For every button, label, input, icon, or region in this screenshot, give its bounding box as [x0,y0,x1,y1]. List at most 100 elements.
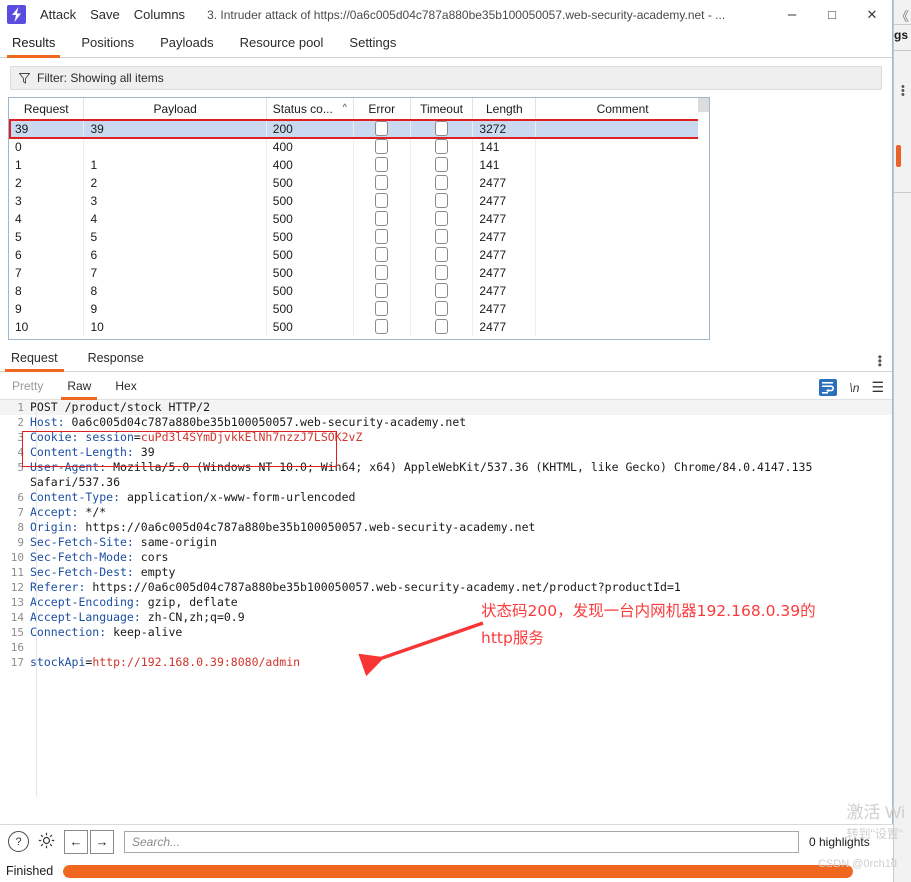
view-tab-pretty[interactable]: Pretty [12,379,43,399]
cell-error-checkbox[interactable] [375,157,389,172]
message-panel-kebab-icon[interactable]: • • • [878,351,882,371]
cell-timeout-checkbox[interactable] [435,301,449,316]
results-table-scrollbar[interactable] [698,98,709,339]
menu-columns[interactable]: Columns [134,7,185,22]
cell-timeout[interactable] [410,318,474,336]
cell-timeout[interactable] [410,174,474,192]
bg-kebab-icon[interactable]: • • • [901,82,905,101]
results-table-scrollbar-thumb[interactable] [698,98,709,112]
cell-error[interactable] [353,119,411,138]
cell-timeout-checkbox[interactable] [435,121,449,136]
cell-timeout-checkbox[interactable] [435,247,449,262]
table-row[interactable]: 3 3 500 2477 [9,192,709,210]
column-header-request[interactable]: Request [9,98,85,120]
cell-error[interactable] [353,246,411,264]
tab-response[interactable]: Response [88,351,144,371]
cell-error-checkbox[interactable] [375,229,389,244]
chevron-left-icon[interactable]: 《 [896,6,909,25]
table-row[interactable]: 2 2 500 2477 [9,174,709,192]
cell-timeout-checkbox[interactable] [435,265,449,280]
cell-error-checkbox[interactable] [375,121,389,136]
background-window[interactable]: 《 gs • • • [893,0,911,882]
filter-bar[interactable]: Filter: Showing all items [10,66,882,90]
cell-error[interactable] [353,156,411,174]
column-header-error[interactable]: Error [353,98,411,120]
cell-timeout[interactable] [410,210,474,228]
column-header-status-code[interactable]: Status co... ^ [266,98,354,120]
minimize-button[interactable]: – [772,0,812,29]
gear-icon[interactable] [37,831,56,853]
cell-timeout-checkbox[interactable] [435,175,449,190]
table-row[interactable]: 39 39 200 3272 [9,119,709,138]
view-tab-hex[interactable]: Hex [115,379,136,399]
cell-timeout[interactable] [410,282,474,300]
table-row[interactable]: 1 1 400 141 [9,156,709,174]
cell-error[interactable] [353,300,411,318]
table-row[interactable]: 7 7 500 2477 [9,264,709,282]
tab-resource-pool[interactable]: Resource pool [240,35,324,57]
help-icon[interactable]: ? [8,831,29,852]
column-header-length[interactable]: Length [472,98,537,120]
column-header-comment[interactable]: Comment [535,98,709,120]
menu-save[interactable]: Save [90,7,120,22]
cell-timeout[interactable] [410,246,474,264]
column-header-timeout[interactable]: Timeout [410,98,474,120]
cell-timeout[interactable] [410,138,474,156]
cell-timeout[interactable] [410,192,474,210]
newline-toggle-icon[interactable]: \n [849,381,859,395]
cell-timeout[interactable] [410,228,474,246]
cell-error-checkbox[interactable] [375,193,389,208]
cell-error-checkbox[interactable] [375,211,389,226]
close-button[interactable]: ✕ [852,0,892,29]
table-row[interactable]: 0 400 141 [9,138,709,156]
cell-timeout-checkbox[interactable] [435,211,449,226]
cell-timeout-checkbox[interactable] [435,319,449,334]
table-row[interactable]: 4 4 500 2477 [9,210,709,228]
hamburger-icon[interactable]: ☰ [871,379,884,396]
table-row[interactable]: 9 9 500 2477 [9,300,709,318]
search-next-button[interactable]: → [90,829,114,854]
cell-error[interactable] [353,210,411,228]
search-input[interactable]: Search... [124,830,799,853]
cell-timeout-checkbox[interactable] [435,157,449,172]
line-text: Origin: https://0a6c005d04c787a880be35b1… [30,520,536,534]
table-row[interactable]: 10 10 500 2477 [9,318,709,336]
cell-error-checkbox[interactable] [375,247,389,262]
cell-error-checkbox[interactable] [375,139,389,154]
menu-attack[interactable]: Attack [40,7,76,22]
cell-timeout[interactable] [410,300,474,318]
view-tab-raw[interactable]: Raw [61,379,98,400]
cell-error-checkbox[interactable] [375,175,389,190]
background-window-tab-fragment[interactable]: gs [894,28,908,42]
search-previous-button[interactable]: ← [64,829,88,854]
column-header-payload[interactable]: Payload [83,98,267,120]
cell-error[interactable] [353,174,411,192]
cell-timeout[interactable] [410,156,474,174]
cell-error[interactable] [353,192,411,210]
table-row[interactable]: 6 6 500 2477 [9,246,709,264]
cell-error[interactable] [353,318,411,336]
cell-timeout-checkbox[interactable] [435,229,449,244]
cell-timeout-checkbox[interactable] [435,193,449,208]
cell-error[interactable] [353,264,411,282]
tab-settings[interactable]: Settings [349,35,396,57]
maximize-button[interactable]: □ [812,0,852,29]
tab-payloads[interactable]: Payloads [160,35,213,57]
cell-error-checkbox[interactable] [375,283,389,298]
cell-error-checkbox[interactable] [375,301,389,316]
tab-request[interactable]: Request [5,351,64,372]
tab-results[interactable]: Results [6,35,61,58]
cell-error[interactable] [353,138,411,156]
cell-timeout-checkbox[interactable] [435,283,449,298]
cell-timeout-checkbox[interactable] [435,139,449,154]
cell-timeout[interactable] [410,119,474,138]
tab-positions[interactable]: Positions [81,35,134,57]
cell-timeout[interactable] [410,264,474,282]
cell-error[interactable] [353,228,411,246]
cell-error-checkbox[interactable] [375,265,389,280]
table-row[interactable]: 5 5 500 2477 [9,228,709,246]
table-row[interactable]: 8 8 500 2477 [9,282,709,300]
cell-error-checkbox[interactable] [375,319,389,334]
cell-error[interactable] [353,282,411,300]
line-wrap-icon[interactable] [819,379,838,396]
